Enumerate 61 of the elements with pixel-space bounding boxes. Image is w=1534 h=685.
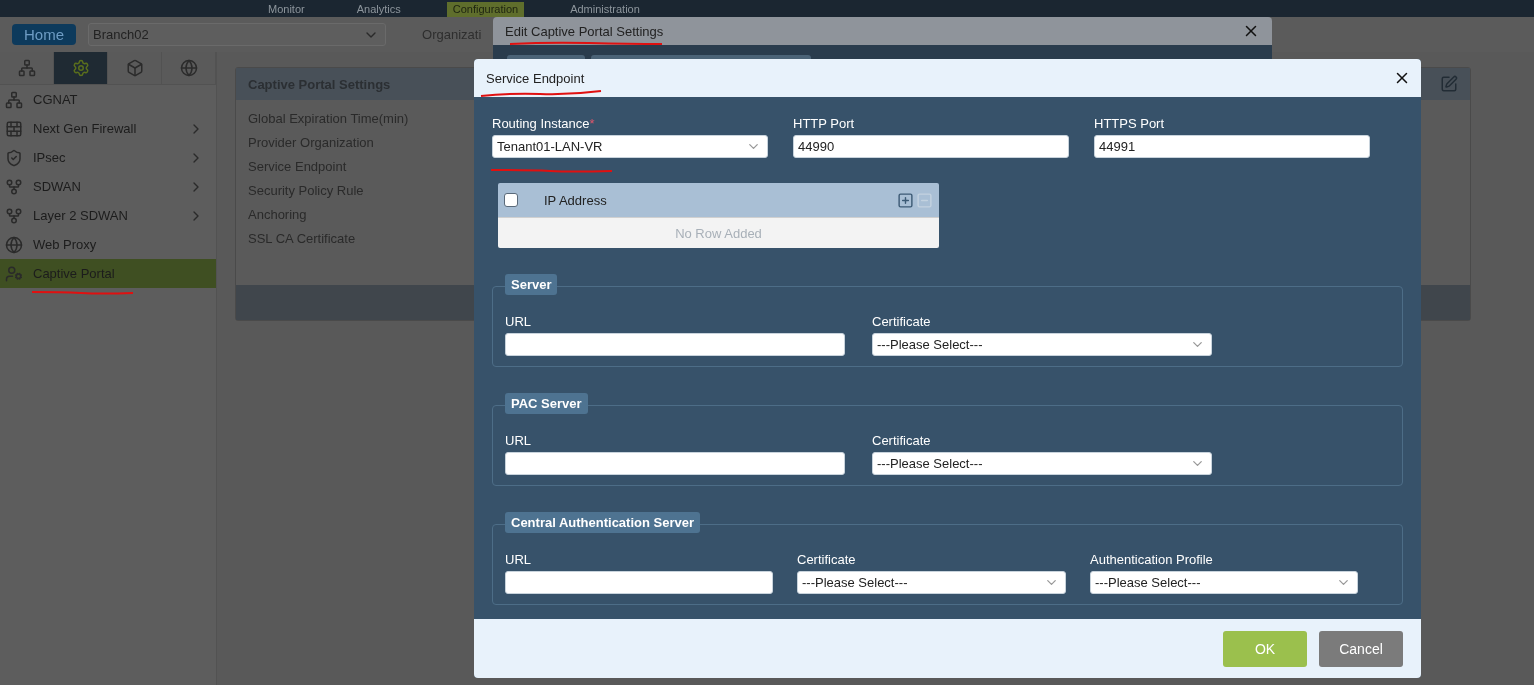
sidebar-item-label: Next Gen Firewall bbox=[33, 121, 138, 136]
user-icon bbox=[5, 264, 23, 283]
fieldset-legend: PAC Server bbox=[505, 393, 588, 414]
fork-icon bbox=[5, 177, 23, 196]
select-field[interactable]: ---Please Select--- bbox=[872, 452, 1212, 475]
shield-icon bbox=[5, 148, 23, 167]
select-field[interactable]: ---Please Select--- bbox=[1090, 571, 1358, 594]
field-label: URL bbox=[505, 551, 532, 569]
network-icon bbox=[17, 59, 36, 77]
empty-row: No Row Added bbox=[498, 218, 939, 248]
sidebar-item[interactable]: Layer 2 SDWAN bbox=[0, 201, 216, 230]
sidebar-item[interactable]: Next Gen Firewall bbox=[0, 114, 216, 143]
sidebar-item-label: IPsec bbox=[33, 150, 67, 165]
firewall-icon bbox=[5, 119, 23, 138]
edit-icon[interactable] bbox=[1440, 75, 1458, 93]
network-icon bbox=[5, 90, 23, 109]
settings-icon bbox=[71, 59, 90, 77]
field-label: URL bbox=[505, 432, 532, 450]
branch-select[interactable]: Branch02 bbox=[88, 23, 386, 46]
cancel-button[interactable]: Cancel bbox=[1319, 630, 1403, 667]
field-label: Routing Instance* bbox=[492, 115, 596, 133]
fieldset-legend: Server bbox=[505, 274, 558, 295]
field-label: Authentication Profile bbox=[1090, 551, 1214, 569]
dialog-title: Service Endpoint bbox=[486, 70, 585, 86]
sidebar-item-label: Layer 2 SDWAN bbox=[33, 208, 129, 223]
input-field[interactable] bbox=[505, 333, 845, 356]
globe-icon bbox=[5, 235, 23, 254]
input-field[interactable]: 44991 bbox=[1094, 135, 1370, 158]
sidebar-item[interactable]: SDWAN bbox=[0, 172, 216, 201]
select-field[interactable]: ---Please Select--- bbox=[872, 333, 1212, 356]
field-label: URL bbox=[505, 313, 532, 331]
sidebar-tab[interactable] bbox=[54, 52, 108, 84]
sidebar-item-label: Web Proxy bbox=[33, 237, 98, 252]
globe-icon bbox=[179, 59, 198, 77]
field-label: HTTP Port bbox=[793, 115, 856, 133]
select-field[interactable]: Tenant01-LAN-VR bbox=[492, 135, 768, 158]
select-field[interactable]: ---Please Select--- bbox=[797, 571, 1066, 594]
nav-tab[interactable]: Analytics bbox=[350, 2, 407, 17]
input-field[interactable] bbox=[505, 452, 845, 475]
fieldset-legend: Central Authentication Server bbox=[505, 512, 700, 533]
column-header: IP Address bbox=[544, 192, 608, 208]
box-icon bbox=[125, 59, 144, 77]
add-icon[interactable] bbox=[897, 191, 914, 209]
nav-tab[interactable]: Configuration bbox=[446, 2, 525, 17]
fork-icon bbox=[5, 206, 23, 225]
sidebar-item[interactable]: Web Proxy bbox=[0, 230, 216, 259]
checkbox[interactable] bbox=[504, 193, 518, 207]
nav-tab[interactable]: Administration bbox=[564, 2, 646, 17]
nav-tab[interactable]: Monitor bbox=[262, 2, 311, 17]
input-field[interactable]: 44990 bbox=[793, 135, 1069, 158]
home-button[interactable]: Home bbox=[12, 24, 76, 45]
sidebar-item-label: CGNAT bbox=[33, 92, 79, 107]
input-field[interactable] bbox=[505, 571, 773, 594]
field-label: HTTPS Port bbox=[1094, 115, 1166, 133]
sidebar-item-label: SDWAN bbox=[33, 179, 82, 194]
field-label: Certificate bbox=[872, 432, 932, 450]
field-label: Certificate bbox=[872, 313, 932, 331]
dialog-title: Edit Captive Portal Settings bbox=[505, 23, 664, 39]
field-label: Certificate bbox=[797, 551, 857, 569]
sidebar-item[interactable]: CGNAT bbox=[0, 85, 216, 114]
sidebar-item[interactable]: IPsec bbox=[0, 143, 216, 172]
